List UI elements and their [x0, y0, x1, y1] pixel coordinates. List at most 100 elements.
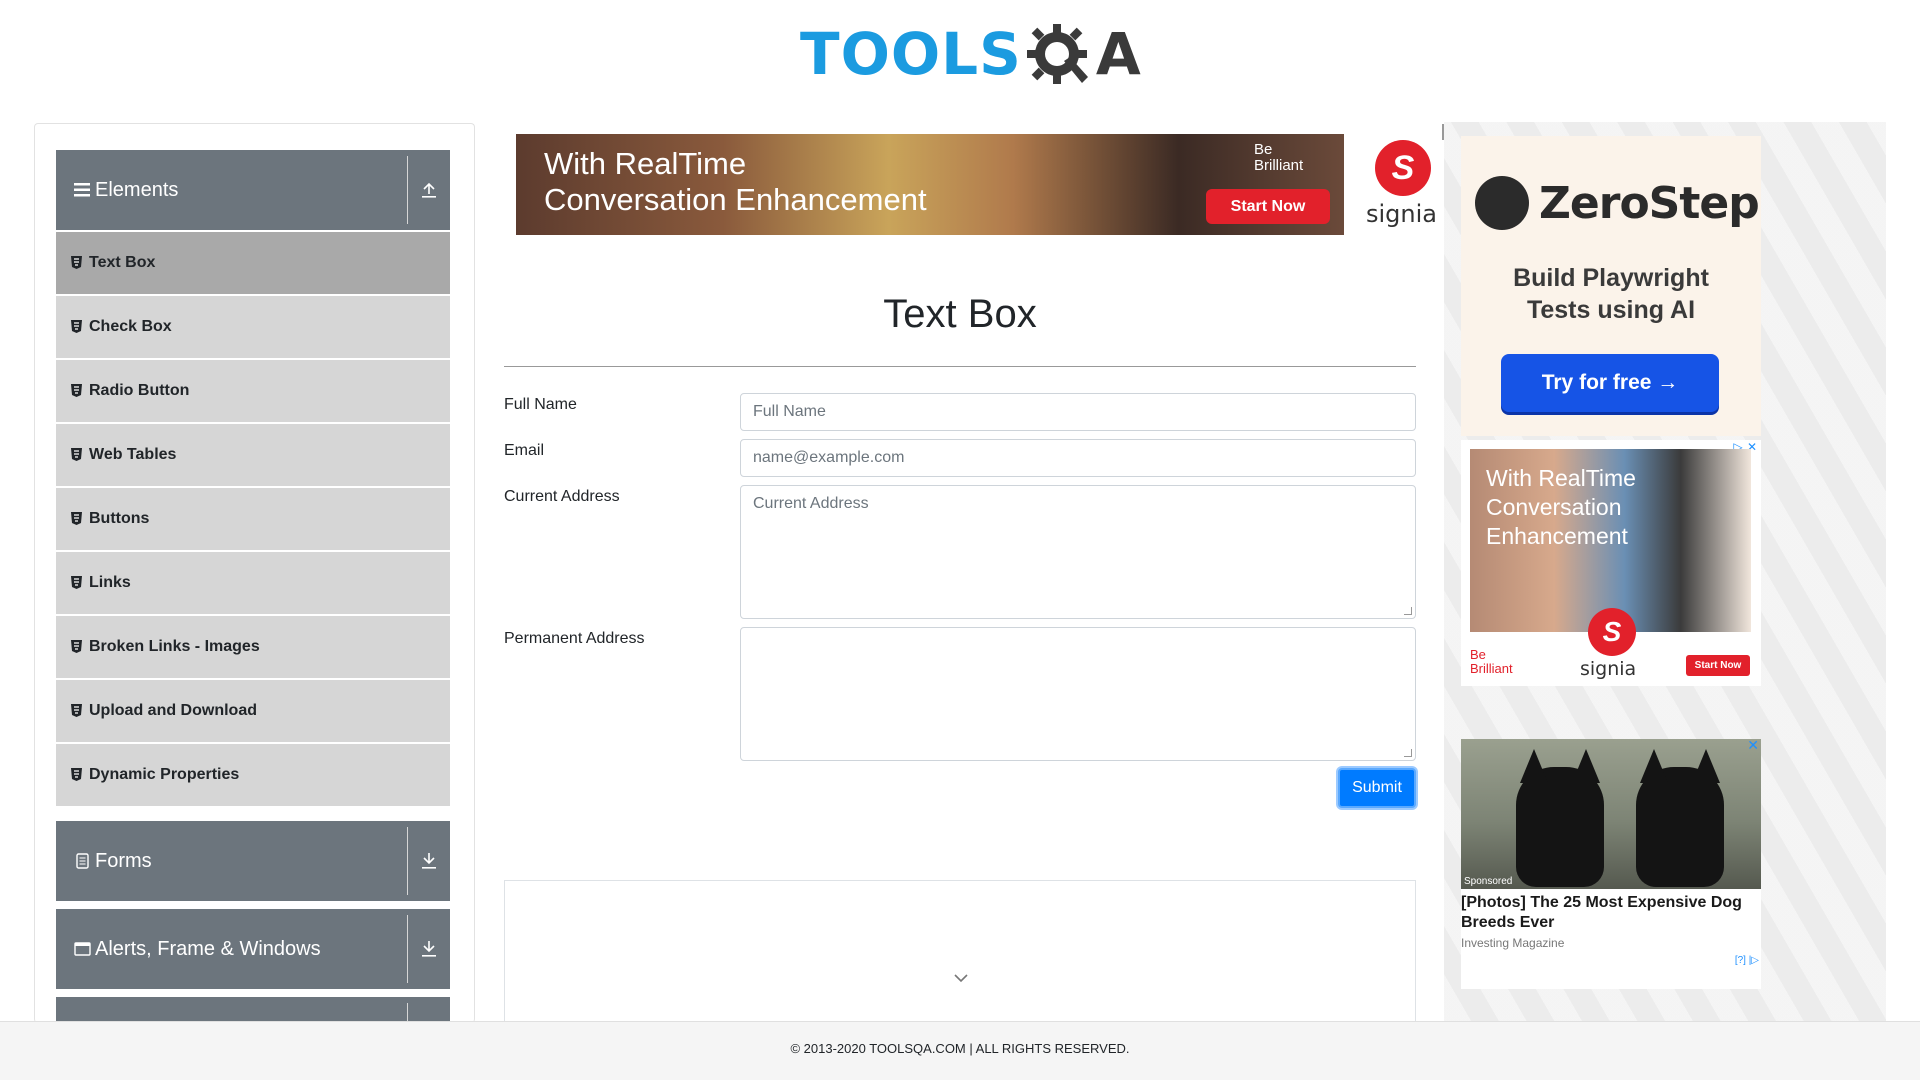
sidebar-group-elements: Elements Text Box Check Box Radio Button… [56, 150, 450, 806]
signia-ad-line1: With RealTime [1486, 465, 1636, 491]
expand-down-icon[interactable] [407, 827, 450, 895]
zerostep-brand: ZeroStep [1539, 177, 1760, 229]
signia-ad-tag1: Be [1470, 647, 1486, 662]
expand-down-icon[interactable] [407, 1003, 450, 1023]
sidebar-group-forms: Forms [56, 821, 450, 901]
banner-tagline-line2: Brilliant [1254, 157, 1304, 174]
banner-ad-image: With RealTime Conversation Enhancement B… [516, 134, 1344, 235]
signia-ad-tag2: Brilliant [1470, 661, 1513, 676]
full-name-input[interactable] [740, 393, 1416, 431]
sidebar-item-label: Buttons [89, 510, 150, 527]
html5-icon [71, 576, 83, 590]
zerostep-tagline-line1: Build Playwright [1513, 264, 1709, 292]
signia-ad-cta-button[interactable]: Start Now [1686, 655, 1750, 676]
group-header-elements[interactable]: Elements [56, 150, 450, 230]
banner-tagline-line1: Be [1254, 141, 1273, 158]
chevron-down-icon[interactable] [953, 973, 969, 983]
sidebar-item-dynamic-properties[interactable]: Dynamic Properties [56, 744, 450, 806]
gear-q-icon [1026, 24, 1088, 84]
sidebar-item-label: Check Box [89, 318, 172, 335]
page-footer: © 2013-2020 TOOLSQA.COM | ALL RIGHTS RES… [0, 1021, 1920, 1080]
signia-logo-icon: S [1588, 608, 1636, 656]
current-address-label: Current Address [504, 488, 620, 505]
banner-cta-button[interactable]: Start Now [1206, 189, 1330, 224]
banner-headline: With RealTime Conversation Enhancement [544, 146, 927, 218]
sidebar-item-radio-button[interactable]: Radio Button [56, 360, 450, 422]
sidebar-item-broken-links[interactable]: Broken Links - Images [56, 616, 450, 678]
sidebar-item-check-box[interactable]: Check Box [56, 296, 450, 358]
toolsqa-logo[interactable]: TOOLS A [800, 14, 1141, 94]
full-name-label: Full Name [504, 396, 577, 413]
sponsored-label: Sponsored [1464, 876, 1513, 887]
zerostep-logo-icon [1475, 176, 1529, 230]
sidebar-item-upload-download[interactable]: Upload and Download [56, 680, 450, 742]
output-panel [504, 880, 1416, 1030]
group-label: Elements [95, 178, 179, 201]
sidebar-group-alerts: Alerts, Frame & Windows [56, 909, 450, 989]
html5-icon [71, 768, 83, 782]
collapse-up-icon[interactable] [407, 156, 450, 224]
logo-text-qa: A [1095, 20, 1141, 88]
zerostep-logo: ZeroStep [1475, 176, 1760, 230]
email-input[interactable] [740, 439, 1416, 477]
resize-handle-icon[interactable] [1404, 749, 1412, 757]
zerostep-tagline-line2: Tests using AI [1526, 296, 1696, 324]
sidebar-item-text-box[interactable]: Text Box [56, 232, 450, 294]
title-divider [504, 366, 1416, 367]
sidebar: Elements Text Box Check Box Radio Button… [34, 123, 475, 1023]
html5-icon [71, 512, 83, 526]
adchoices-icon[interactable]: [?] |▷ [1735, 955, 1759, 966]
close-icon[interactable]: ✕ [1747, 737, 1759, 754]
html5-icon [71, 704, 83, 718]
expand-down-icon[interactable] [407, 915, 450, 983]
html5-icon [71, 320, 83, 334]
group-header-forms[interactable]: Forms [56, 821, 450, 901]
sidebar-item-label: Web Tables [89, 446, 177, 463]
signia-side-ad[interactable]: ▷ ✕ With RealTime Conversation Enhanceme… [1461, 440, 1761, 686]
signia-ad-line3: Enhancement [1486, 523, 1628, 549]
html5-icon [71, 640, 83, 654]
sidebar-item-buttons[interactable]: Buttons [56, 488, 450, 550]
page-title: Text Box [883, 292, 1037, 336]
footer-copyright: © 2013-2020 TOOLSQA.COM | ALL RIGHTS RES… [790, 1040, 1130, 1056]
sidebar-item-label: Upload and Download [89, 702, 257, 719]
banner-headline-line1: With RealTime [544, 146, 747, 181]
sidebar-item-label: Broken Links - Images [89, 638, 260, 655]
banner-tagline: Be Brilliant [1254, 142, 1303, 174]
banner-brand: signia [1366, 200, 1437, 228]
group-header-next[interactable] [56, 997, 450, 1023]
sidebar-group-next [56, 997, 450, 1023]
html5-icon [71, 384, 83, 398]
sidebar-item-web-tables[interactable]: Web Tables [56, 424, 450, 486]
sidebar-item-label: Text Box [89, 254, 156, 271]
logo-text-tools: TOOLS [800, 20, 1022, 88]
sidebar-item-label: Dynamic Properties [89, 766, 240, 783]
signia-logo-icon: S [1375, 140, 1431, 196]
group-header-alerts[interactable]: Alerts, Frame & Windows [56, 909, 450, 989]
permanent-address-label: Permanent Address [504, 630, 645, 647]
dog-ad-headline[interactable]: [Photos] The 25 Most Expensive Dog Breed… [1461, 893, 1761, 933]
permanent-address-input[interactable] [740, 627, 1416, 761]
window-icon [73, 940, 91, 958]
current-address-input[interactable] [740, 485, 1416, 619]
site-header: TOOLS A [0, 0, 1920, 100]
banner-ad[interactable]: With RealTime Conversation Enhancement B… [516, 124, 1446, 235]
zerostep-cta-button[interactable]: Try for free → [1501, 354, 1719, 412]
sidebar-item-label: Radio Button [89, 382, 190, 399]
resize-handle-icon[interactable] [1404, 607, 1412, 615]
dog-ad-source: Investing Magazine [1461, 936, 1565, 950]
submit-button[interactable]: Submit [1338, 768, 1416, 808]
zerostep-ad[interactable]: ZeroStep Build Playwright Tests using AI… [1461, 136, 1761, 436]
dog-breeds-ad[interactable]: Sponsored ✕ [Photos] The 25 Most Expensi… [1461, 737, 1761, 989]
hamburger-icon [73, 181, 91, 199]
sidebar-item-links[interactable]: Links [56, 552, 450, 614]
elements-menu-list: Text Box Check Box Radio Button Web Tabl… [56, 232, 450, 806]
email-label: Email [504, 442, 545, 459]
signia-ad-tagline: Be Brilliant [1470, 648, 1513, 676]
sidebar-item-label: Links [89, 574, 131, 591]
zerostep-tagline: Build Playwright Tests using AI [1461, 262, 1761, 326]
html5-icon [71, 256, 83, 270]
signia-ad-line2: Conversation [1486, 494, 1622, 520]
signia-ad-brand: signia [1580, 658, 1637, 680]
dog-figure [1516, 749, 1604, 887]
